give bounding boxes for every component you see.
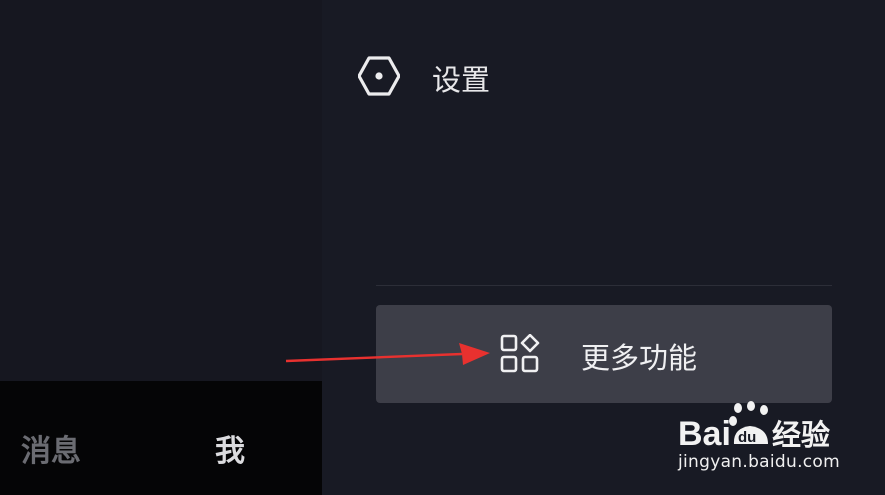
svg-text:Bai: Bai bbox=[678, 415, 731, 450]
baidu-watermark: Bai du 经验 jingyan.baidu.com bbox=[678, 400, 878, 480]
red-arrow-annotation bbox=[285, 343, 490, 365]
nav-tab-messages[interactable]: 消息 bbox=[21, 426, 81, 470]
svg-text:du: du bbox=[738, 429, 756, 446]
more-features-label: 更多功能 bbox=[581, 341, 698, 375]
watermark-url: jingyan.baidu.com bbox=[678, 452, 840, 472]
baidu-paw-icon: Bai du 经验 bbox=[678, 401, 830, 450]
menu-divider bbox=[376, 285, 832, 286]
settings-label: 设置 bbox=[432, 63, 491, 97]
settings-menu-item[interactable]: 设置 bbox=[357, 55, 598, 101]
nav-tab-me[interactable]: 我 bbox=[215, 426, 245, 470]
settings-hexagon-icon bbox=[357, 55, 401, 101]
svg-text:经验: 经验 bbox=[772, 418, 830, 450]
